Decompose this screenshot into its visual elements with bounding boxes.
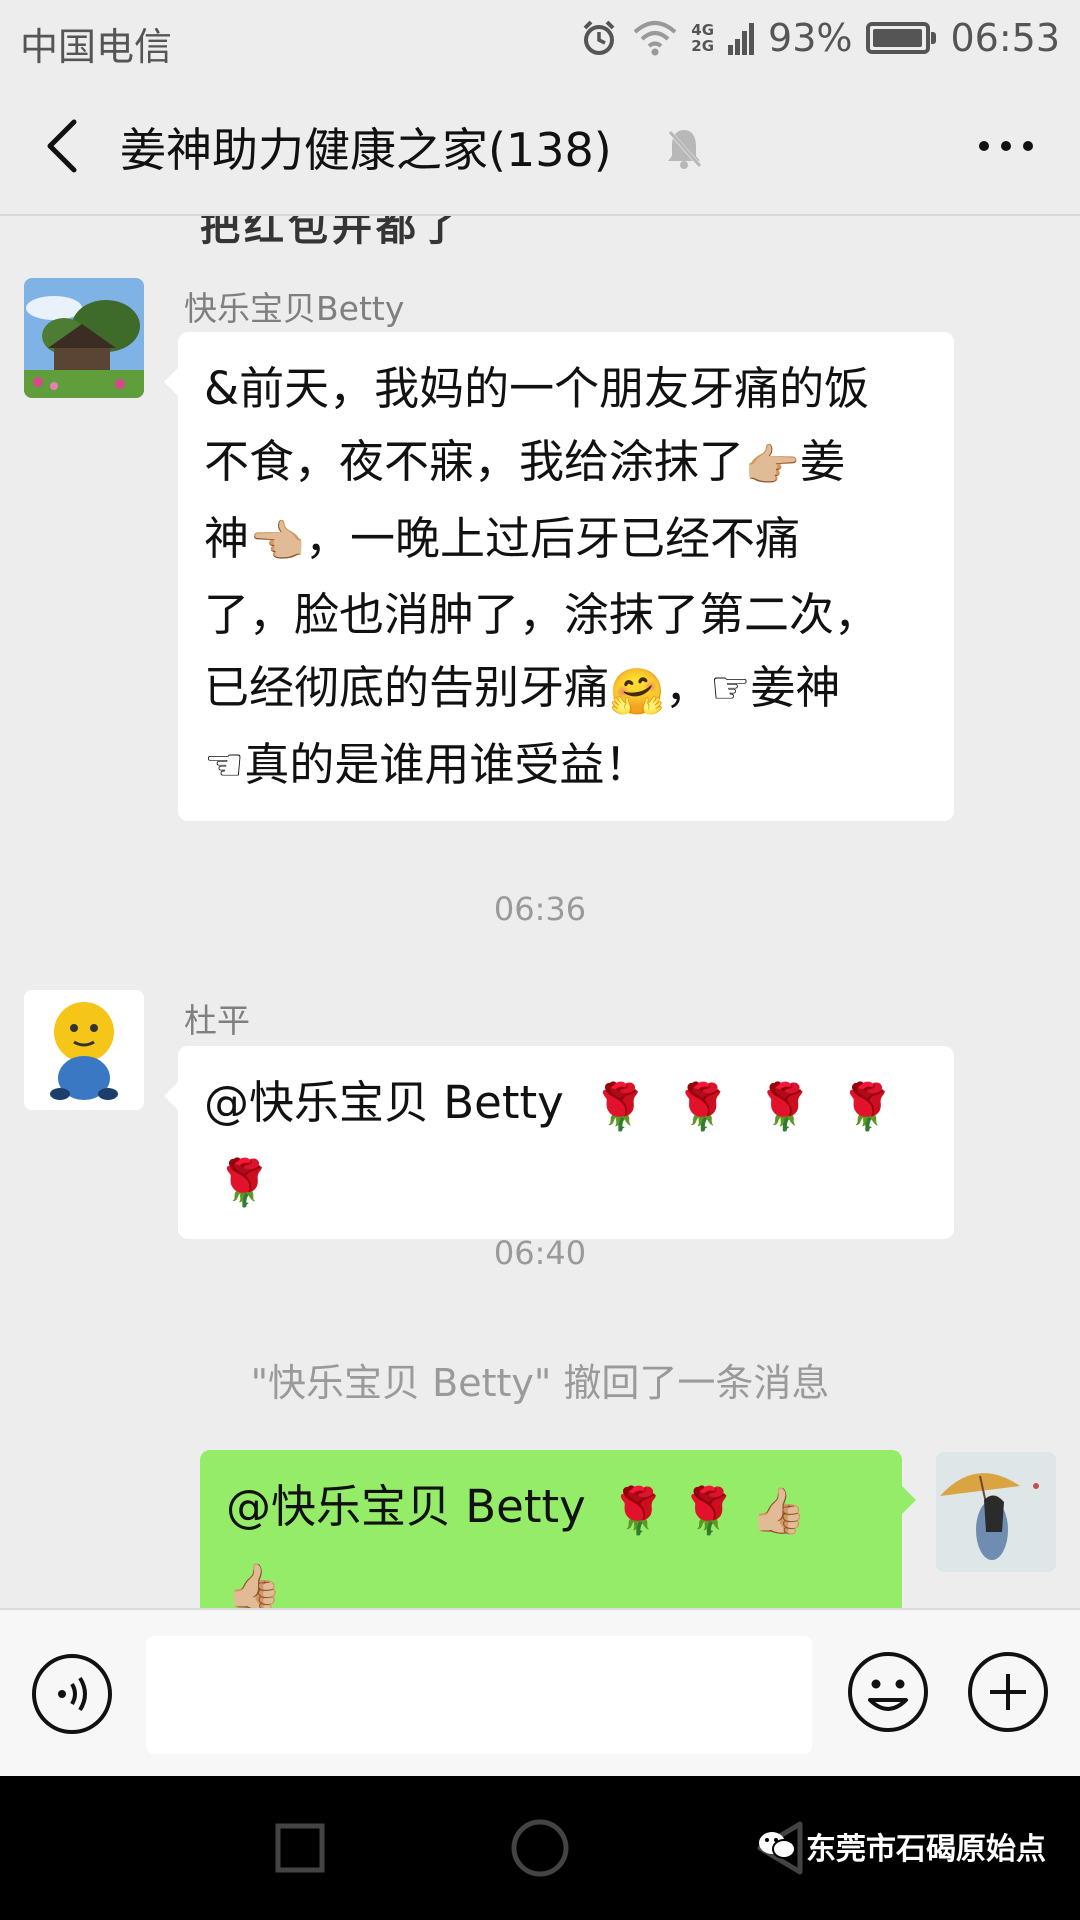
rose-emoji: 🌹	[216, 1156, 273, 1209]
emoji-icon	[848, 1652, 928, 1732]
home-icon	[511, 1819, 569, 1877]
battery-icon	[866, 22, 937, 54]
watermark: 东莞市石碣原始点	[758, 1824, 1046, 1868]
mute-bell-icon	[664, 126, 704, 174]
more-button[interactable]	[966, 116, 1046, 176]
message-input[interactable]	[146, 1636, 812, 1754]
home-button[interactable]	[508, 1816, 572, 1880]
message-text: ，一晚上过后牙已经不痛	[305, 511, 801, 565]
message-line: ☜真的是谁用谁受益！	[204, 728, 928, 801]
avatar-self[interactable]	[936, 1452, 1056, 1572]
voice-button[interactable]	[30, 1652, 114, 1736]
wechat-logo-icon	[759, 1832, 796, 1859]
status-bar: 中国电信 4G 2G 93% 06:53	[0, 0, 1080, 76]
more-dots-icon	[979, 141, 1033, 151]
battery-level	[873, 29, 922, 47]
watermark-text: 东莞市石碣原始点	[806, 1832, 1046, 1867]
message-text: @快乐宝贝 Betty	[204, 1076, 564, 1129]
network-2g-label: 2G	[691, 37, 715, 55]
rose-emoji: 🌹	[756, 1079, 813, 1133]
avatar-betty[interactable]	[24, 278, 144, 398]
chat-title: 姜神助力健康之家(138)	[120, 123, 612, 177]
avatar-house-image	[24, 278, 144, 398]
rose-emoji: 🌹	[680, 1483, 737, 1537]
finger-right-emoji: 👉🏼	[744, 438, 801, 492]
recent-apps-button[interactable]	[268, 1816, 332, 1880]
message-text: @快乐宝贝 Betty	[226, 1480, 586, 1533]
message-line: 神👈🏼，一晚上过后牙已经不痛	[204, 502, 928, 579]
avatar-umbrella-girl-image	[936, 1452, 1056, 1572]
message-line: 已经彻底的告别牙痛🤗，☞姜神	[204, 651, 928, 728]
message-text: 不食，夜不寐，我给涂抹了	[204, 435, 745, 488]
message-line: 不食，夜不寐，我给涂抹了👉🏼姜	[204, 425, 928, 502]
network-type: 4G 2G	[691, 22, 714, 54]
chat-area[interactable]: 把红包并都了 快乐宝贝Betty &前天，我妈的一个朋友牙痛的饭 不食，夜不寐，…	[0, 216, 1080, 1608]
emoji-button[interactable]	[846, 1650, 930, 1734]
back-arrow-icon	[47, 119, 77, 173]
message-text: 已经彻底的告别牙痛	[204, 661, 610, 714]
carrier-label: 中国电信	[20, 25, 173, 69]
message-text: ，	[665, 661, 711, 714]
status-right: 4G 2G 93% 06:53	[579, 12, 1060, 64]
clock: 06:53	[950, 16, 1060, 60]
voice-icon	[32, 1654, 112, 1734]
message-line: &前天，我妈的一个朋友牙痛的饭	[204, 362, 870, 415]
recent-apps-icon	[275, 1823, 325, 1873]
rose-emoji: 🌹	[592, 1079, 649, 1133]
avatar-duping[interactable]	[24, 990, 144, 1110]
message-bubble-self[interactable]: @快乐宝贝 Betty 🌹 🌹 👍🏼 👍🏼	[200, 1450, 916, 1608]
input-bar	[0, 1608, 1080, 1776]
rose-emoji: 🌹	[674, 1079, 731, 1133]
more-functions-button[interactable]	[966, 1650, 1050, 1734]
back-button[interactable]	[30, 114, 94, 178]
pointing-right-symbol: ☞	[710, 661, 751, 714]
network-4g-label: 4G	[691, 21, 715, 39]
chat-header: 姜神助力健康之家(138)	[0, 76, 1080, 216]
signal-icon	[728, 21, 755, 55]
message-text: 神	[204, 511, 250, 565]
timestamp: 06:36	[493, 890, 587, 928]
cut-off-message: 把红包并都了	[200, 216, 464, 250]
battery-percent: 93%	[768, 16, 853, 60]
message-text: 姜	[800, 435, 846, 488]
message-line: 了，脸也消肿了，涂抹了第二次，	[204, 588, 880, 641]
plus-icon	[968, 1652, 1048, 1732]
message-bubble[interactable]: &前天，我妈的一个朋友牙痛的饭 不食，夜不寐，我给涂抹了👉🏼姜 神👈🏼，一晚上过…	[164, 332, 954, 821]
avatar-cartoon-image	[24, 990, 144, 1110]
finger-left-emoji: 👈🏼	[249, 515, 306, 568]
alarm-icon	[579, 18, 619, 58]
system-nav-bar: 东莞市石碣原始点	[0, 1776, 1080, 1920]
message-text: 姜神	[750, 661, 841, 714]
rose-emoji: 🌹	[839, 1079, 896, 1133]
timestamp: 06:40	[493, 1234, 587, 1272]
thumbs-up-emoji: 👍🏼	[750, 1483, 807, 1537]
recall-notice: "快乐宝贝 Betty" 撤回了一条消息	[250, 1361, 830, 1405]
rose-emoji: 🌹	[610, 1483, 667, 1537]
sender-name: 快乐宝贝Betty	[184, 289, 405, 328]
thumbs-up-emoji: 👍🏼	[226, 1560, 283, 1608]
message-text: 真的是谁用谁受益！	[244, 737, 650, 791]
sender-name: 杜平	[184, 1001, 250, 1040]
wifi-icon	[633, 20, 677, 56]
pointing-left-symbol: ☜	[204, 737, 245, 791]
hugging-face-emoji: 🤗	[609, 664, 666, 718]
message-bubble[interactable]: @快乐宝贝 Betty 🌹 🌹 🌹 🌹 🌹	[164, 1046, 954, 1239]
